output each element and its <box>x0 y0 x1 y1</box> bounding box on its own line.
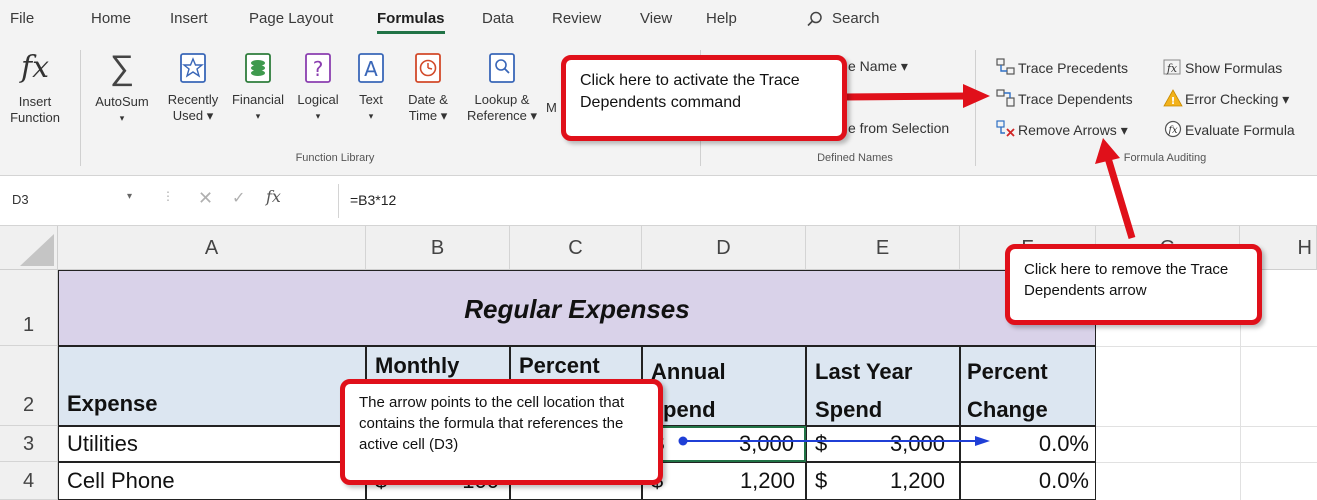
trace-dependent-arrow-dot <box>678 436 688 446</box>
callout-pointer-arrow <box>842 92 969 101</box>
trace-dependent-arrowhead <box>975 436 990 446</box>
remove-arrows-pointer-arrowhead <box>1095 138 1120 164</box>
remove-arrows-pointer-arrow <box>1104 156 1136 240</box>
callout-trace-dependents: Click here to activate the Trace Depende… <box>561 55 847 141</box>
callout-remove-arrow: Click here to remove the Trace Dependent… <box>1005 244 1262 325</box>
callout-arrow-points: The arrow points to the cell location th… <box>340 379 663 485</box>
callout-pointer-arrowhead <box>963 84 990 108</box>
